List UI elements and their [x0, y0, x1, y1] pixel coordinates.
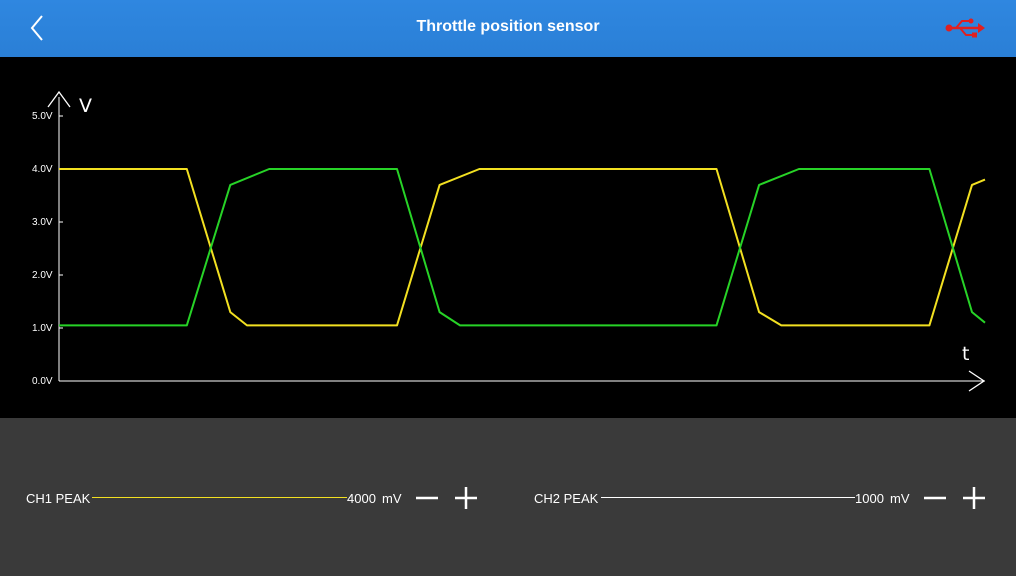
ch2-unit: mV — [890, 491, 910, 506]
series-line-1 — [59, 168, 986, 327]
ch2-decrease-button[interactable] — [922, 485, 948, 511]
ch2-increase-button[interactable] — [961, 485, 987, 511]
x-axis-label: t — [962, 343, 969, 365]
y-tick-label: 2.0V — [32, 270, 53, 281]
ch1-increase-button[interactable] — [453, 485, 479, 511]
y-axis-label: V — [79, 95, 92, 117]
plus-icon — [963, 487, 985, 509]
app-header: Throttle position sensor — [0, 0, 1016, 57]
oscilloscope-display: Vt 0.0V 1.0V 2.0V 3.0V 4.0V 5.0V — [0, 57, 1016, 418]
controls-panel: CH1 PEAK 4000 mV CH2 PEAK 1000 mV — [0, 418, 1016, 576]
ch2-label: CH2 PEAK — [534, 491, 599, 506]
y-tick-label: 3.0V — [32, 217, 53, 228]
y-tick-label: 0.0V — [32, 376, 53, 387]
ch1-decrease-button[interactable] — [414, 485, 440, 511]
ch1-label: CH1 PEAK — [26, 491, 91, 506]
y-tick-label: 4.0V — [32, 164, 53, 175]
waveform-chart: Vt 0.0V 1.0V 2.0V 3.0V 4.0V 5.0V — [32, 90, 986, 392]
plus-icon — [455, 487, 477, 509]
ch1-peak-line — [92, 497, 347, 498]
minus-icon — [416, 496, 438, 500]
series-line-2 — [59, 168, 986, 327]
ch1-value: 4000 — [347, 491, 376, 506]
ch1-control: CH1 PEAK 4000 mV — [26, 487, 486, 515]
y-tick-label: 1.0V — [32, 323, 53, 334]
y-tick-label: 5.0V — [32, 111, 53, 122]
ch2-peak-line — [601, 497, 855, 498]
page-title: Throttle position sensor — [416, 18, 600, 35]
ch2-value: 1000 — [855, 491, 884, 506]
ch2-control: CH2 PEAK 1000 mV — [534, 487, 994, 515]
ch1-unit: mV — [382, 491, 402, 506]
usb-icon — [942, 16, 986, 40]
minus-icon — [924, 496, 946, 500]
